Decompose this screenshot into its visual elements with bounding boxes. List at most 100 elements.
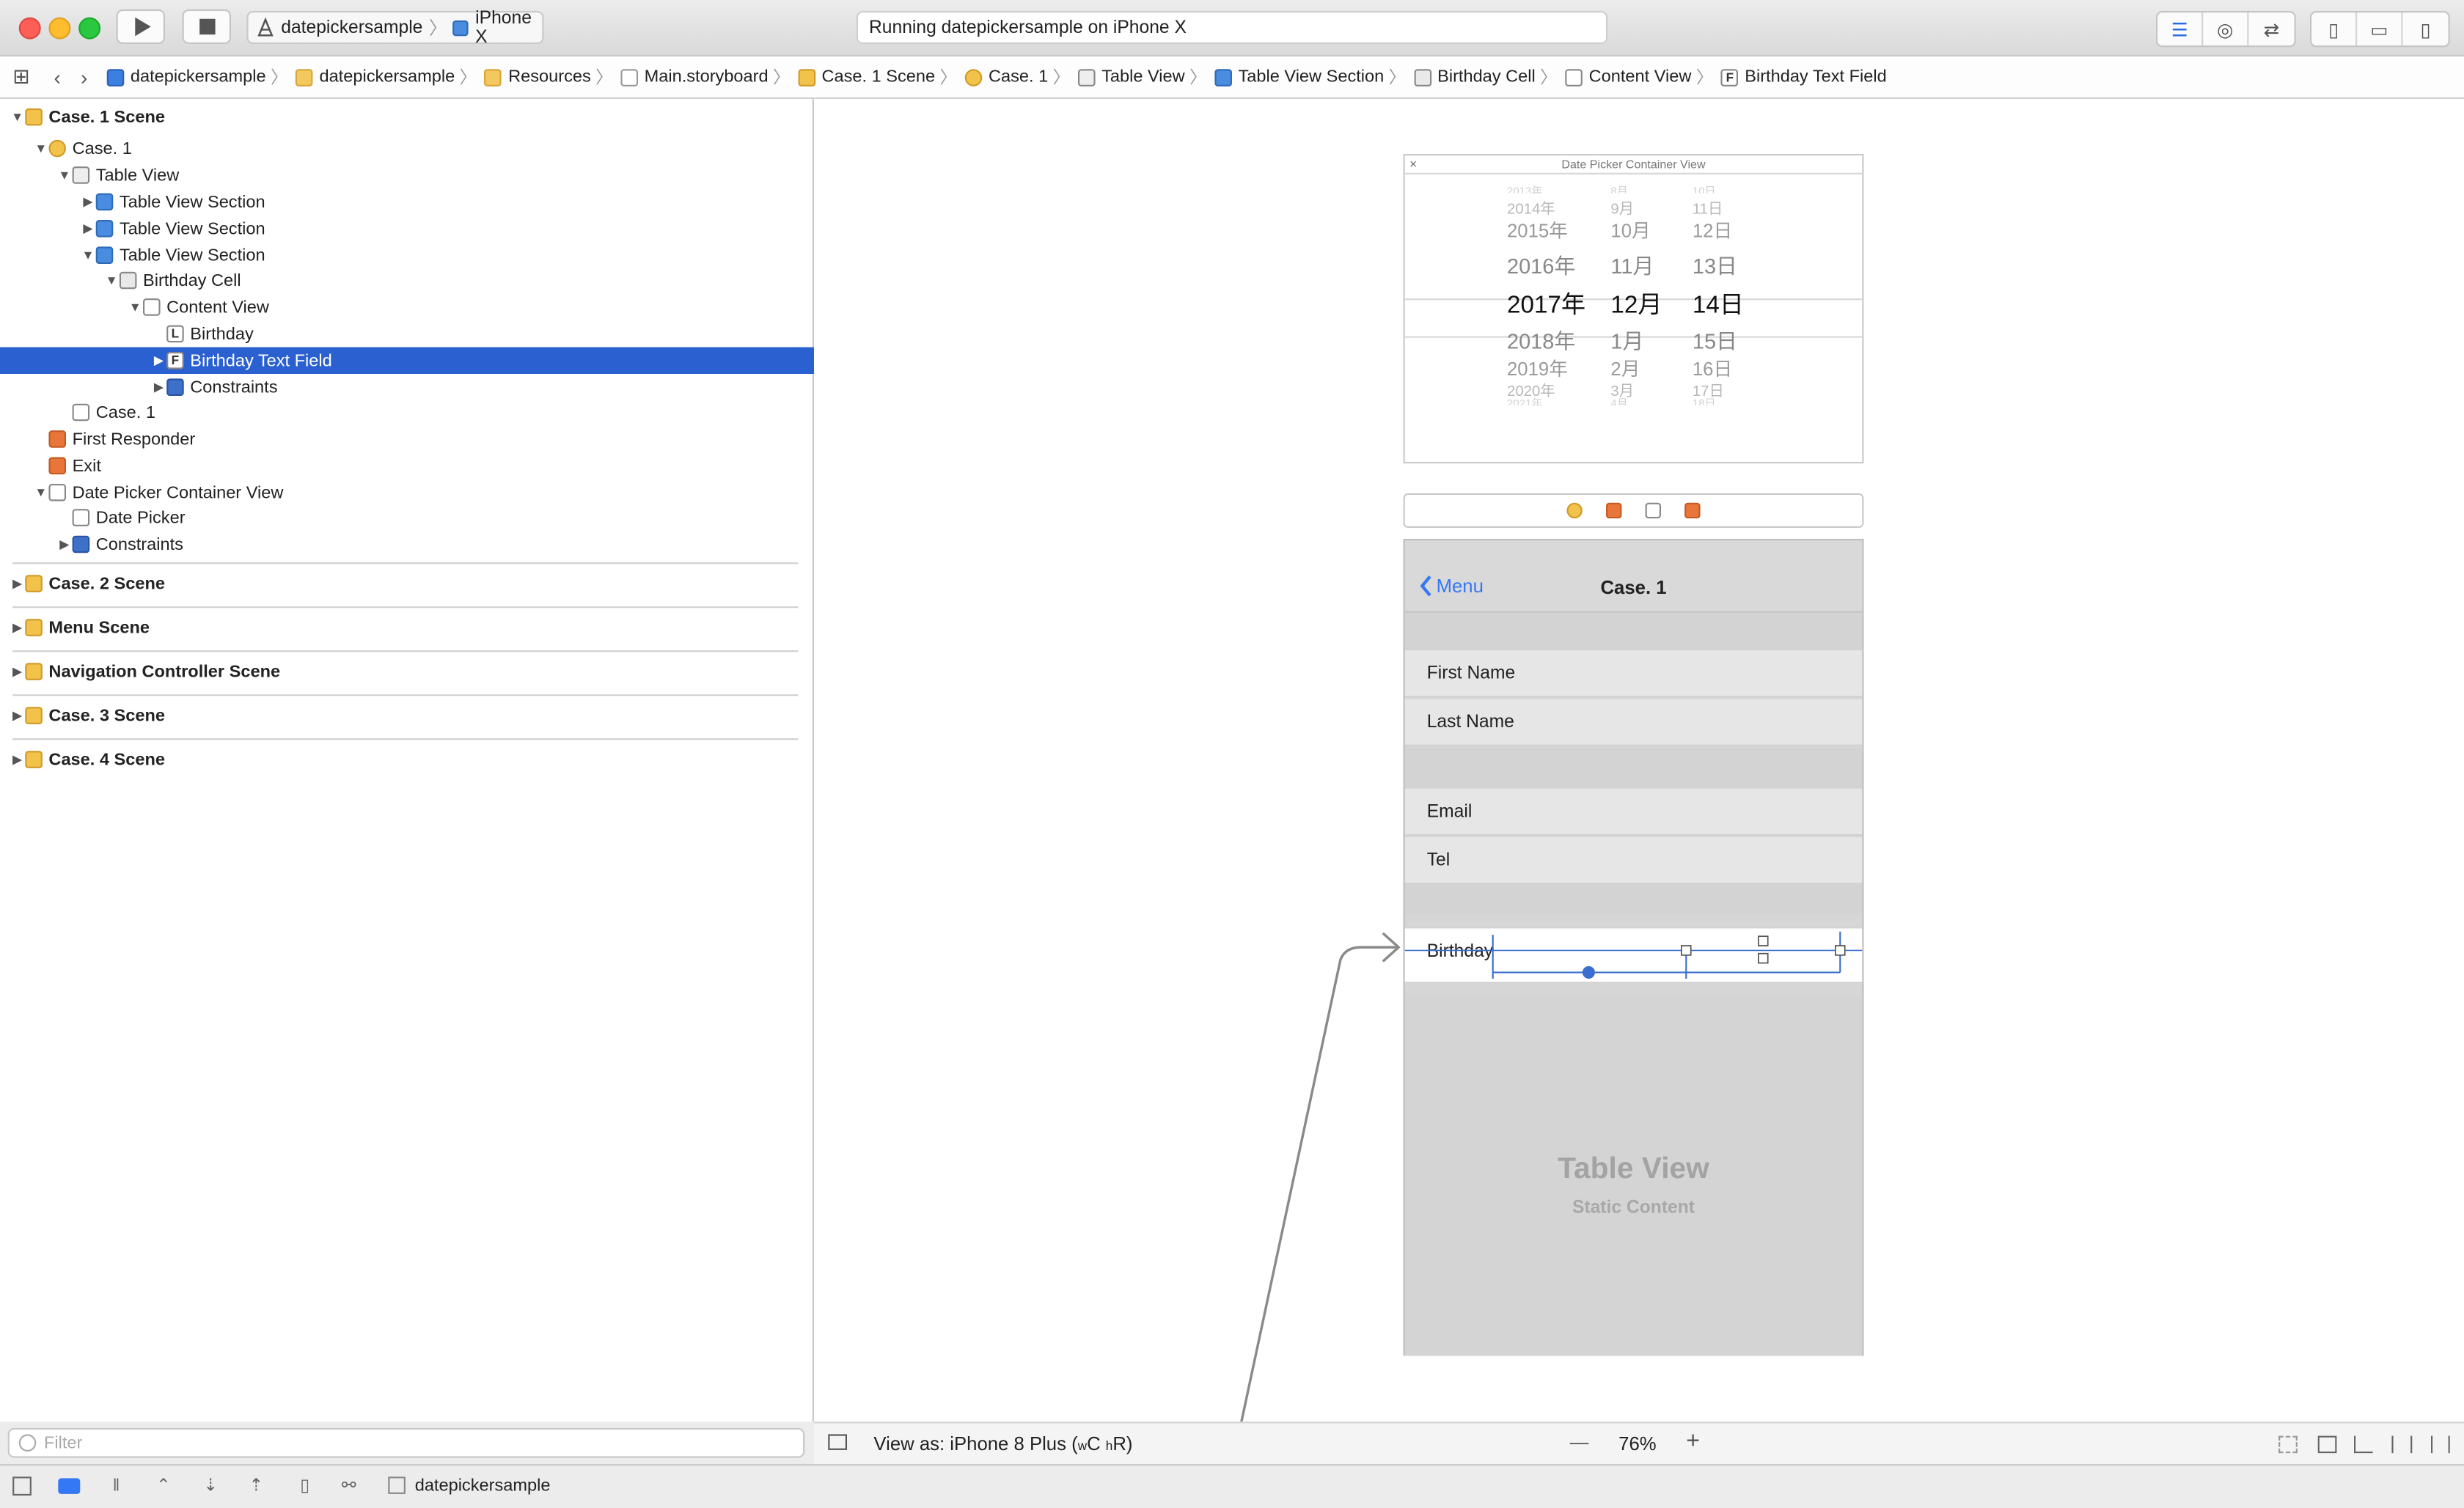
disclosure-closed-icon[interactable]: ▶: [151, 353, 166, 367]
scheme-selector[interactable]: datepickersample 〉 iPhone X: [246, 9, 544, 46]
email-cell[interactable]: Email: [1404, 788, 1863, 836]
picker-row[interactable]: 2017年 12月 14日: [1405, 286, 1863, 319]
close-window-button[interactable]: [18, 17, 41, 40]
close-icon[interactable]: ×: [1409, 155, 1417, 173]
disclosure-closed-icon[interactable]: ▶: [151, 380, 166, 394]
date-picker-container-view[interactable]: × Date Picker Container View 2013年 8月 10日 2…: [1403, 154, 1864, 464]
storyboard-canvas[interactable]: × Date Picker Container View 2013年 8月 10日 2…: [814, 99, 2464, 1422]
date-picker-container-icon[interactable]: [1645, 502, 1661, 519]
zoom-window-button[interactable]: [78, 17, 101, 40]
outline-scene-row[interactable]: ▶ Navigation Controller Scene: [0, 658, 822, 685]
minimize-window-button[interactable]: [48, 17, 71, 40]
align-icon[interactable]: [2354, 1435, 2373, 1454]
breadcrumb-item[interactable]: Content View: [1565, 67, 1691, 87]
stop-button[interactable]: [182, 9, 231, 44]
outline-row[interactable]: Exit: [0, 452, 846, 479]
outline-row[interactable]: Date Picker: [0, 504, 869, 531]
picker-row[interactable]: 2019年 2月 16日: [1405, 355, 1863, 380]
step-into-icon[interactable]: ⇣: [201, 1476, 220, 1496]
add-constraints-icon[interactable]: [2391, 1435, 2413, 1454]
first-name-cell[interactable]: First Name: [1404, 650, 1863, 698]
disclosure-closed-icon[interactable]: ▶: [56, 537, 72, 551]
disclosure-closed-icon[interactable]: ▶: [10, 620, 25, 634]
picker-row[interactable]: 2013年 8月 10日: [1405, 184, 1863, 194]
picker-row[interactable]: 2018年 1月 15日: [1405, 323, 1863, 353]
memory-graph-icon[interactable]: ⚯: [340, 1476, 359, 1496]
last-name-cell[interactable]: Last Name: [1404, 699, 1863, 746]
view-debugger-icon[interactable]: ▯: [296, 1476, 315, 1496]
run-button[interactable]: [116, 9, 165, 44]
disclosure-closed-icon[interactable]: ▶: [80, 195, 95, 209]
birthday-cell[interactable]: Birthday: [1404, 927, 1863, 985]
outline-row[interactable]: ▼ Table View Section: [0, 242, 892, 268]
outline-row[interactable]: ▼ Case. 1 Scene: [0, 103, 822, 130]
step-over-icon[interactable]: ⌃: [154, 1476, 173, 1496]
disclosure-closed-icon[interactable]: ▶: [10, 708, 25, 722]
outline-row[interactable]: ▼ Case. 1: [0, 135, 846, 161]
disclosure-open-icon[interactable]: ▼: [103, 273, 119, 287]
navigator-toggle-icon[interactable]: ▯: [2311, 12, 2358, 46]
date-picker[interactable]: 2013年 8月 10日 2014年 9月 11日 2015年 10月 12日 2016年 11月 1…: [1404, 184, 1863, 430]
outline-row[interactable]: ▼ Date Picker Container View: [0, 479, 846, 506]
exit-icon[interactable]: [1684, 502, 1701, 519]
outline-row[interactable]: ▶ Table View Section: [0, 188, 892, 215]
birthday-text-field-selection[interactable]: [1404, 928, 1863, 985]
version-editor-icon[interactable]: ⇄: [2248, 12, 2294, 45]
zoom-out-button[interactable]: —: [1570, 1431, 1589, 1453]
outline-row[interactable]: ▼ Table View: [0, 162, 869, 188]
disclosure-open-icon[interactable]: ▼: [33, 141, 48, 155]
outline-scene-row[interactable]: ▶ Case. 3 Scene: [0, 702, 822, 729]
first-responder-icon[interactable]: [1606, 502, 1622, 519]
picker-row[interactable]: 2014年 9月 11日: [1405, 196, 1863, 218]
view-as-button[interactable]: View as: iPhone 8 Plus (wC hR): [873, 1432, 1132, 1454]
disclosure-open-icon[interactable]: ▼: [56, 168, 72, 182]
disclosure-closed-icon[interactable]: ▶: [10, 664, 25, 678]
embed-in-stack-icon[interactable]: [2317, 1435, 2337, 1454]
debug-area-toggle-icon[interactable]: ▭: [2357, 12, 2403, 46]
breadcrumb-item[interactable]: Table View Section: [1214, 67, 1384, 87]
picker-row[interactable]: 2015年 10月 12日: [1405, 217, 1863, 242]
breadcrumb-item[interactable]: Table View: [1077, 67, 1185, 87]
tel-cell[interactable]: Tel: [1404, 837, 1863, 885]
related-items-icon[interactable]: ⊞: [8, 65, 34, 89]
picker-row[interactable]: 2016年 11月 13日: [1405, 249, 1863, 278]
outline-scene-row[interactable]: ▶ Case. 2 Scene: [0, 570, 822, 597]
breadcrumb-item[interactable]: datepickersample: [106, 67, 266, 87]
resolve-issues-icon[interactable]: [2431, 1435, 2450, 1454]
disclosure-open-icon[interactable]: ▼: [33, 485, 48, 499]
assistant-editor-icon[interactable]: ◎: [2203, 12, 2249, 46]
breadcrumb-item[interactable]: F Birthday Text Field: [1721, 67, 1887, 87]
breadcrumb-item[interactable]: Main.storyboard: [620, 67, 769, 87]
outline-row[interactable]: ▼ Birthday Cell: [0, 267, 916, 293]
breakpoints-icon[interactable]: [58, 1478, 81, 1494]
disclosure-open-icon[interactable]: ▼: [128, 300, 143, 314]
disclosure-open-icon[interactable]: ▼: [80, 249, 95, 262]
disclosure-open-icon[interactable]: ▼: [10, 110, 25, 124]
editor-mode-control[interactable]: ☰ ◎ ⇄: [2156, 11, 2296, 48]
sidebar-toggle-icon[interactable]: [828, 1434, 847, 1450]
breadcrumb-item[interactable]: Case. 1 Scene: [798, 67, 935, 87]
utilities-toggle-icon[interactable]: ▯: [2402, 12, 2448, 45]
outline-row[interactable]: ▶ Table View Section: [0, 216, 892, 242]
forward-arrow-icon[interactable]: ›: [70, 65, 97, 89]
view-panels-control[interactable]: ▯ ▭ ▯: [2310, 11, 2450, 48]
disclosure-closed-icon[interactable]: ▶: [10, 752, 25, 766]
back-arrow-icon[interactable]: ‹: [44, 65, 70, 89]
breadcrumb-item[interactable]: datepickersample: [296, 67, 455, 87]
breadcrumb-item[interactable]: Resources: [484, 67, 591, 87]
breadcrumb-item[interactable]: Birthday Cell: [1413, 67, 1536, 87]
view-controller-icon[interactable]: [1566, 502, 1583, 519]
case-1-scene[interactable]: Menu Case. 1 First Name Last Name Email …: [1403, 539, 1864, 1356]
breadcrumb-item[interactable]: Case. 1: [964, 67, 1048, 87]
hide-debug-area-icon[interactable]: [12, 1476, 32, 1496]
outline-scene-row[interactable]: ▶ Case. 4 Scene: [0, 746, 822, 773]
zoom-in-button[interactable]: +: [1686, 1428, 1700, 1454]
picker-row[interactable]: 2021年 4月 18日: [1405, 396, 1863, 405]
outline-scene-row[interactable]: ▶ Menu Scene: [0, 614, 822, 641]
outline-row[interactable]: ▼ Content View: [0, 294, 939, 320]
outline-row[interactable]: Case. 1: [0, 399, 869, 425]
outline-row[interactable]: First Responder: [0, 426, 846, 452]
step-out-icon[interactable]: ⇡: [246, 1476, 265, 1496]
target-icon[interactable]: [388, 1476, 406, 1494]
disclosure-closed-icon[interactable]: ▶: [10, 576, 25, 590]
